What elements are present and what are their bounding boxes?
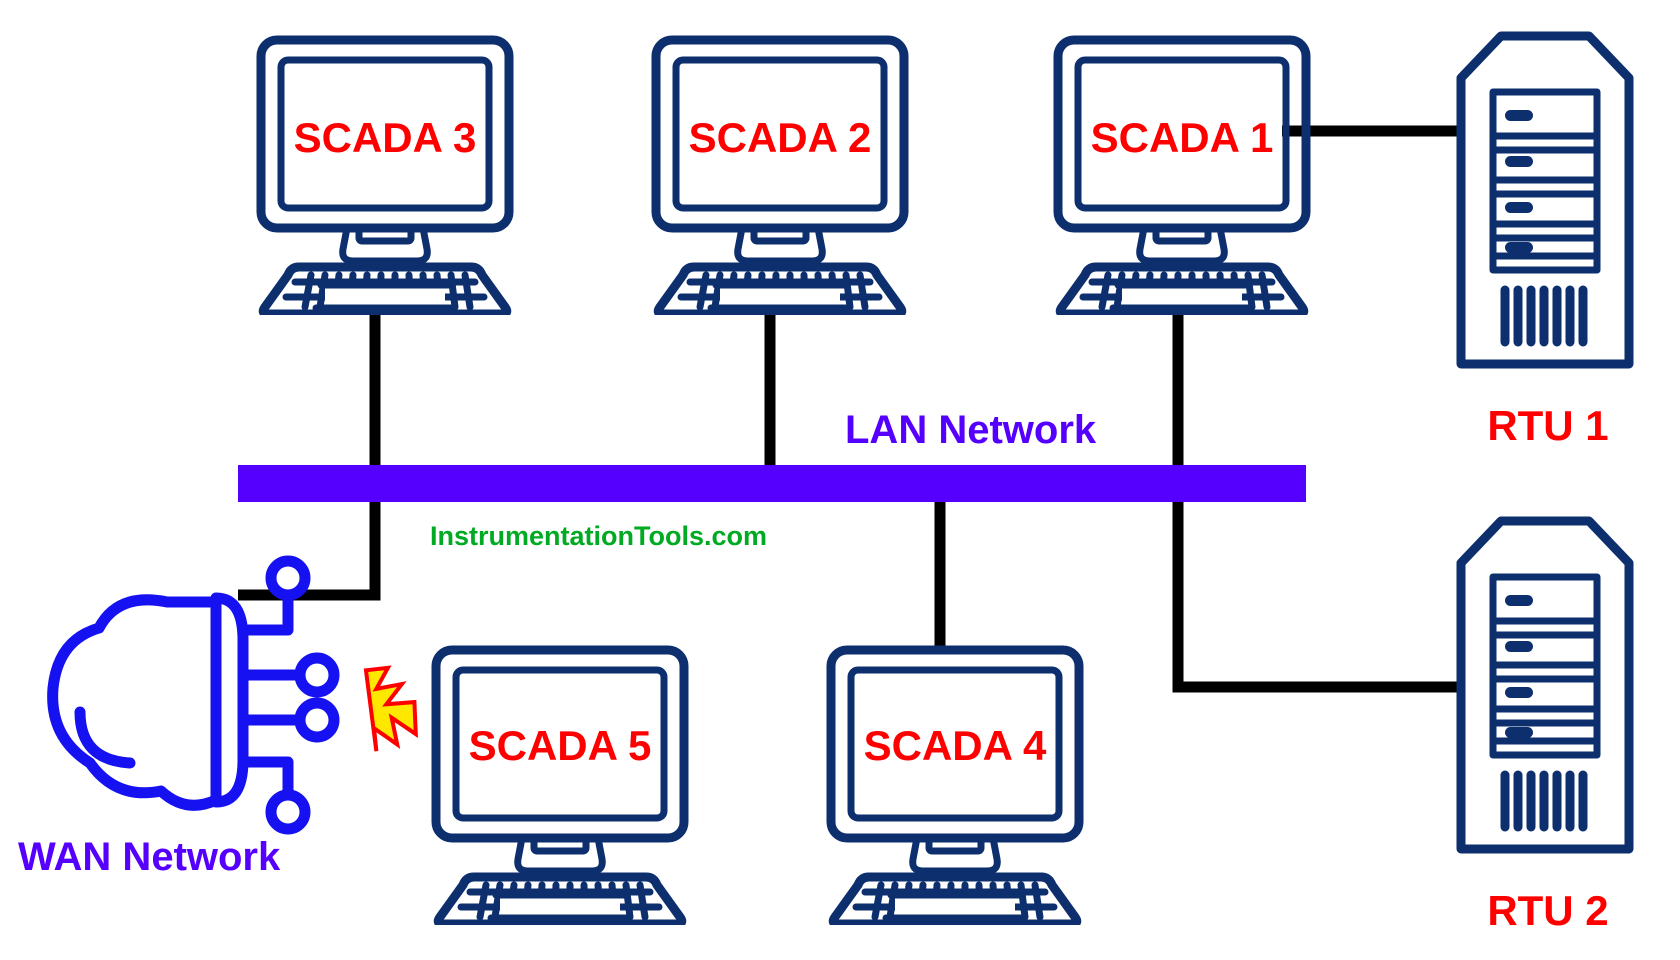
workstation-scada2[interactable]: SCADA 2 — [656, 40, 904, 314]
workstation-label-scada2: SCADA 2 — [689, 114, 872, 161]
workstation-label-scada4: SCADA 4 — [864, 722, 1047, 769]
wan-cloud-group[interactable]: WAN Network — [18, 555, 340, 879]
server-tower-icon — [1461, 36, 1629, 364]
link-scada3-lan-wan — [238, 298, 381, 601]
rtu-label-rtu2: RTU 2 — [1487, 887, 1608, 934]
desktop-computer-icon — [436, 650, 684, 924]
desktop-computer-icon — [656, 40, 904, 314]
workstation-scada1[interactable]: SCADA 1 — [1058, 40, 1306, 314]
cloud-icon — [47, 594, 222, 811]
workstation-scada4[interactable]: SCADA 4 — [831, 650, 1079, 924]
desktop-computer-icon — [1058, 40, 1306, 314]
diagram-canvas: LAN Network InstrumentationTools.com SCA… — [0, 0, 1680, 960]
workstation-scada3[interactable]: SCADA 3 — [261, 40, 509, 314]
lan-bus-bar — [238, 465, 1306, 502]
lightning-bolt-icon — [363, 665, 418, 752]
lan-network-label: LAN Network — [845, 408, 1097, 452]
desktop-computer-icon — [831, 650, 1079, 924]
wan-network-label: WAN Network — [18, 835, 281, 879]
cloud-circuit-nodes — [265, 555, 340, 835]
workstation-label-scada3: SCADA 3 — [294, 114, 477, 161]
server-tower-icon — [1461, 521, 1629, 849]
workstation-scada5[interactable]: SCADA 5 — [436, 650, 684, 924]
watermark-label: InstrumentationTools.com — [430, 521, 767, 551]
workstation-label-scada5: SCADA 5 — [469, 722, 652, 769]
rtu-unit-rtu2[interactable]: RTU 2 — [1461, 521, 1629, 934]
workstation-label-scada1: SCADA 1 — [1091, 114, 1274, 161]
desktop-computer-icon — [261, 40, 509, 314]
scada-network-diagram: LAN Network InstrumentationTools.com SCA… — [18, 0, 1680, 934]
rtu-unit-rtu1[interactable]: RTU 1 — [1461, 36, 1629, 449]
rtu-label-rtu1: RTU 1 — [1487, 402, 1608, 449]
cloud-circuit-branches — [237, 589, 306, 801]
